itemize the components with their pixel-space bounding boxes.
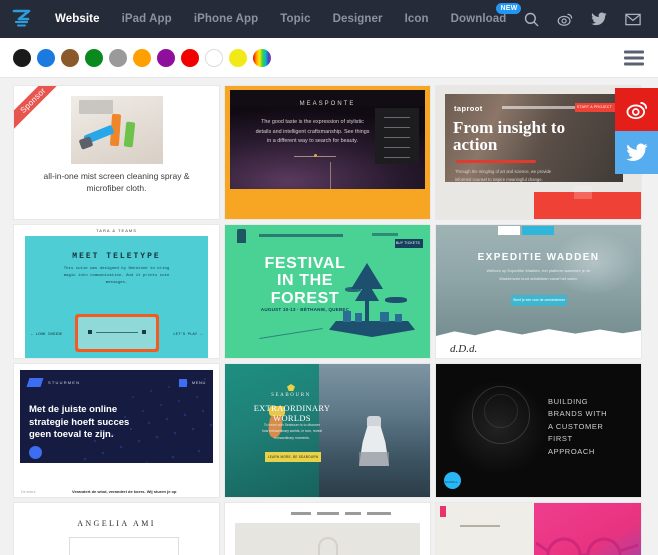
nav-icon-group [514,0,650,38]
color-swatch-gray[interactable] [109,48,127,67]
mail-icon[interactable] [616,0,650,38]
site-brand: taproot [454,104,483,113]
card-measponte[interactable]: MEASPONTE The good taste is the expressi… [225,86,430,219]
site-headline: EXTRAORDINARY WORLDS [253,403,331,424]
site-headline: EXPEDITIE WADDEN [477,252,600,263]
nav-item-label: Website [55,13,100,25]
search-icon[interactable] [514,0,548,38]
nav-item-label: Designer [332,13,383,25]
site-thumbnail: SEABOURN EXTRAORDINARY WORLDS To travel … [225,364,430,497]
site-headline: BUILDING BRANDS WITH A CUSTOMER FIRST AP… [548,397,608,456]
color-swatch-list [0,48,271,67]
site-footer-label: De koers [21,490,36,494]
color-swatch-yellow[interactable] [229,48,247,67]
site-thumbnail: A FOREIGNER'S [436,503,641,555]
nav-item-label: iPhone App [193,13,259,25]
site-headline: Met de juiste online strategie hoeft suc… [29,404,130,441]
nav-item-icon[interactable]: Icon [394,0,440,38]
site-headline: The good taste is the expression of styl… [255,119,370,145]
nav-links: Website iPad App iPhone App Topic Design… [44,0,522,38]
site-link-right[interactable]: LET'S PLAY → [173,333,202,337]
color-swatch-multicolor[interactable] [253,48,271,67]
site-thumbnail [225,503,430,555]
color-swatch-brown[interactable] [61,48,79,67]
twitter-icon[interactable] [582,0,616,38]
nav-item-topic[interactable]: Topic [269,0,321,38]
nav-item-label: iPad App [121,13,172,25]
weibo-share-button[interactable] [615,88,658,131]
card-angelia-ami[interactable]: ANGELIA AMI [14,503,219,555]
site-cta: Word je een voor de zeeverkenner [513,298,565,302]
site-subtext: Welkom op Expeditie Wadden, het platform… [486,268,591,281]
card-sponsor-ad[interactable]: Sponsor all-in-one mist screen cleaning … [14,86,219,219]
card-customer-first[interactable]: BUILDING BRANDS WITH A CUSTOMER FIRST AP… [436,364,641,497]
site-link-left[interactable]: ← LOOK INSIDE [31,333,62,337]
site-headline: FESTIVAL IN THE FOREST [264,255,346,307]
ad-caption: all-in-one mist screen cleaning spray & … [43,171,190,194]
card-stuurmen[interactable]: STUURMEN MENU Met de juiste online strat… [14,364,219,497]
card-a-foreigners[interactable]: A FOREIGNER'S [436,503,641,555]
site-menu-panel [375,108,419,164]
site-thumbnail: BUY TICKETS FESTIVAL IN THE FOREST AUGUS… [225,225,430,358]
site-brand: SEABOURN [271,393,311,398]
nav-item-label: Icon [404,13,429,25]
nav-item-ipad-app[interactable]: iPad App [111,0,183,38]
color-swatch-green[interactable] [85,48,103,67]
nav-item-iphone-app[interactable]: iPhone App [183,0,269,38]
weibo-icon[interactable] [548,0,582,38]
twitter-share-button[interactable] [615,131,658,174]
site-headline: From insight to action [453,118,566,155]
color-swatch-purple[interactable] [157,48,175,67]
nav-item-website[interactable]: Website [44,0,111,38]
site-subtext: This cutie was designed by Nekotone to b… [63,267,170,286]
site-thumbnail: BUILDING BRANDS WITH A CUSTOMER FIRST AP… [436,364,641,497]
site-footer-text: Verandert de wind, verandert de koers. W… [72,489,177,494]
nav-item-label: Topic [280,13,311,25]
color-swatch-black[interactable] [13,48,31,67]
site-thumbnail: EXPEDITIE WADDEN Welkom op Expeditie Wad… [436,225,641,358]
site-subtext: AUGUST 10-13 · BÉTHANIE, QUEBEC [260,307,350,312]
card-teletype[interactable]: TARA & TEAMS MEET TELETYPE This cutie wa… [14,225,219,358]
site-subtext: To travel with Seabourn is to discover h… [261,423,323,440]
top-navigation-bar: Website iPad App iPhone App Topic Design… [0,0,658,38]
floating-social-rail [615,88,658,174]
site-logo-icon[interactable] [0,0,44,38]
card-light-portfolio[interactable] [225,503,430,555]
site-cta: LEARN MORE, BE SEABOURN [267,455,319,459]
site-cta: BUY TICKETS [395,241,420,245]
site-thumbnail: taproot START A PROJECT From insight to … [436,86,641,219]
site-thumbnail: TARA & TEAMS MEET TELETYPE This cutie wa… [14,225,219,358]
site-brand: TARA & TEAMS [96,228,137,233]
ad-body: all-in-one mist screen cleaning spray & … [14,86,219,219]
color-swatch-orange[interactable] [133,48,151,67]
teletype-device [74,314,159,352]
site-subtext: Through the mingling of art and science,… [455,169,552,182]
nav-item-download[interactable]: Download NEW [440,0,522,38]
nav-item-designer[interactable]: Designer [322,0,394,38]
site-thumbnail: STUURMEN MENU Met de juiste online strat… [14,364,219,497]
site-brand: STUURMEN [48,380,81,385]
ad-product-image [70,96,163,164]
scroll-badge-label: SCROLL [445,480,459,484]
nav-item-label: Download [450,13,507,25]
site-menu-label[interactable]: MENU [192,380,206,385]
signature: d.D.d. [450,343,478,355]
card-expeditie-wadden[interactable]: EXPEDITIE WADDEN Welkom op Expeditie Wad… [436,225,641,358]
card-taproot[interactable]: taproot START A PROJECT From insight to … [436,86,641,219]
scroll-indicator[interactable] [29,446,42,459]
site-brand: ANGELIA AMI [77,519,156,528]
color-swatch-blue[interactable] [37,48,55,67]
hamburger-menu-icon[interactable] [624,47,644,68]
site-thumbnail: ANGELIA AMI [14,503,219,555]
site-headline: MEET TELETYPE [72,252,161,261]
card-seabourn[interactable]: SEABOURN EXTRAORDINARY WORLDS To travel … [225,364,430,497]
card-festival-forest[interactable]: BUY TICKETS FESTIVAL IN THE FOREST AUGUS… [225,225,430,358]
color-filter-bar [0,38,658,78]
color-swatch-red[interactable] [181,48,199,67]
site-thumbnail: MEASPONTE The good taste is the expressi… [225,86,430,219]
site-cta: START A PROJECT [576,105,612,109]
color-swatch-white[interactable] [205,48,223,67]
website-showcase-grid: Sponsor all-in-one mist screen cleaning … [0,78,658,555]
site-brand: MEASPONTE [299,101,356,107]
